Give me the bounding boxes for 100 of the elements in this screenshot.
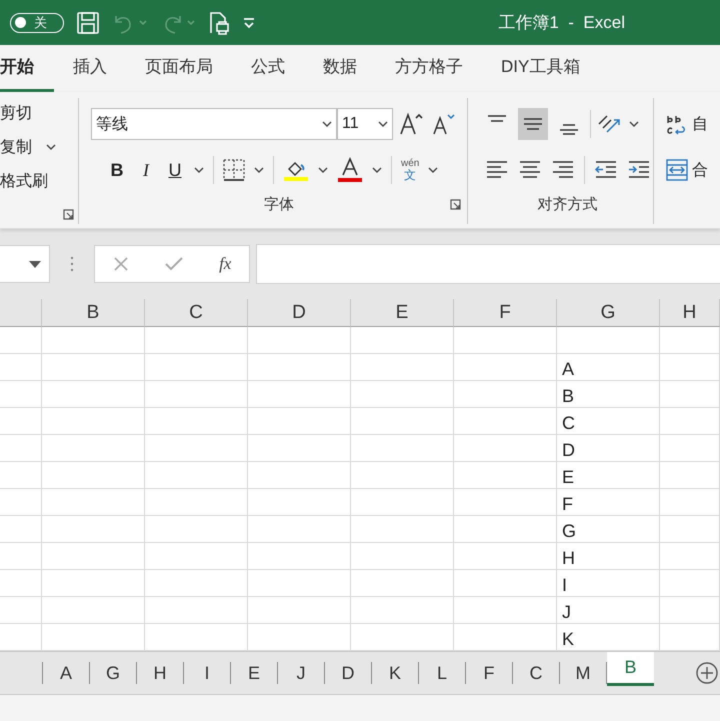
caret-icon[interactable] xyxy=(372,167,382,173)
merge-cells-button[interactable]: 合 xyxy=(666,159,708,181)
table-cell[interactable] xyxy=(145,408,248,435)
table-cell[interactable] xyxy=(145,435,248,462)
table-cell[interactable] xyxy=(42,408,145,435)
table-cell[interactable]: E xyxy=(557,462,660,489)
table-cell[interactable] xyxy=(660,543,720,570)
clipboard-button[interactable]: 剪切 xyxy=(0,100,78,126)
table-cell[interactable] xyxy=(248,489,351,516)
table-cell[interactable] xyxy=(145,516,248,543)
table-cell[interactable] xyxy=(42,489,145,516)
table-cell[interactable] xyxy=(42,435,145,462)
sheet-tab[interactable]: C xyxy=(513,662,560,684)
caret-icon[interactable] xyxy=(254,167,264,173)
table-cell[interactable] xyxy=(660,354,720,381)
table-cell[interactable] xyxy=(145,381,248,408)
table-cell[interactable] xyxy=(660,570,720,597)
caret-icon[interactable] xyxy=(428,167,438,173)
sheet-tab[interactable]: B xyxy=(607,652,654,686)
sheet-tab[interactable]: K xyxy=(372,662,419,684)
table-cell[interactable] xyxy=(454,543,557,570)
column-header[interactable]: C xyxy=(145,299,248,327)
table-cell[interactable] xyxy=(0,597,42,624)
column-header[interactable]: F xyxy=(454,299,557,327)
table-cell[interactable] xyxy=(145,462,248,489)
table-cell[interactable] xyxy=(0,543,42,570)
table-cell[interactable]: J xyxy=(557,597,660,624)
ribbon-tab[interactable]: 方方格子 xyxy=(376,45,482,92)
ribbon-tab[interactable]: 插入 xyxy=(54,45,126,92)
table-cell[interactable] xyxy=(42,570,145,597)
wrap-text-button[interactable]: 自 xyxy=(666,112,708,136)
autosave-toggle[interactable]: 关 xyxy=(10,12,64,32)
table-cell[interactable] xyxy=(660,381,720,408)
insert-function-button[interactable]: fx xyxy=(219,254,232,274)
formula-input[interactable] xyxy=(256,244,720,284)
sheet-tab[interactable]: J xyxy=(278,662,325,684)
caret-icon[interactable] xyxy=(318,167,328,173)
column-header[interactable]: B xyxy=(42,299,145,327)
table-cell[interactable] xyxy=(0,570,42,597)
table-cell[interactable]: F xyxy=(557,489,660,516)
table-cell[interactable] xyxy=(248,435,351,462)
enter-icon[interactable] xyxy=(164,256,184,272)
table-cell[interactable] xyxy=(0,435,42,462)
table-cell[interactable] xyxy=(145,354,248,381)
table-cell[interactable] xyxy=(660,489,720,516)
ribbon-tab[interactable]: DIY工具箱 xyxy=(482,45,600,92)
table-cell[interactable] xyxy=(660,408,720,435)
table-cell[interactable] xyxy=(42,327,145,354)
table-cell[interactable] xyxy=(145,570,248,597)
ribbon-tab[interactable]: 公式 xyxy=(232,45,304,92)
table-cell[interactable] xyxy=(145,543,248,570)
sheet-tab[interactable]: H xyxy=(137,662,184,684)
table-cell[interactable] xyxy=(660,597,720,624)
underline-button[interactable]: U xyxy=(165,160,185,180)
table-cell[interactable] xyxy=(42,516,145,543)
sheet-tab[interactable]: F xyxy=(466,662,513,684)
table-cell[interactable] xyxy=(145,597,248,624)
table-cell[interactable] xyxy=(0,327,42,354)
table-cell[interactable] xyxy=(351,543,454,570)
table-cell[interactable] xyxy=(248,462,351,489)
table-cell[interactable] xyxy=(0,354,42,381)
clipboard-button[interactable]: 格式刷 xyxy=(0,168,78,194)
name-box[interactable] xyxy=(0,245,50,283)
table-cell[interactable] xyxy=(660,462,720,489)
print-preview-icon[interactable] xyxy=(208,10,230,34)
table-cell[interactable] xyxy=(351,327,454,354)
table-cell[interactable] xyxy=(454,489,557,516)
table-cell[interactable] xyxy=(454,516,557,543)
table-cell[interactable] xyxy=(454,327,557,354)
caret-icon[interactable] xyxy=(194,167,204,173)
table-cell[interactable] xyxy=(248,354,351,381)
table-cell[interactable] xyxy=(0,408,42,435)
table-cell[interactable] xyxy=(0,381,42,408)
table-cell[interactable] xyxy=(351,597,454,624)
column-header[interactable]: H xyxy=(660,299,720,327)
column-header[interactable]: G xyxy=(557,299,660,327)
dialog-launcher-icon[interactable] xyxy=(63,208,74,220)
table-cell[interactable] xyxy=(248,597,351,624)
shrink-font-icon[interactable] xyxy=(431,112,457,136)
ribbon-tab[interactable]: 页面布局 xyxy=(126,45,232,92)
italic-button[interactable]: I xyxy=(136,160,156,180)
table-cell[interactable] xyxy=(351,516,454,543)
add-sheet-icon[interactable] xyxy=(696,662,718,684)
table-cell[interactable]: G xyxy=(557,516,660,543)
sheet-tab[interactable]: E xyxy=(231,662,278,684)
column-header[interactable]: E xyxy=(351,299,454,327)
table-cell[interactable] xyxy=(145,327,248,354)
table-cell[interactable] xyxy=(660,327,720,354)
table-cell[interactable] xyxy=(454,597,557,624)
column-header[interactable] xyxy=(0,299,42,327)
font-name-field[interactable]: 等线 xyxy=(91,108,337,140)
table-cell[interactable]: D xyxy=(557,435,660,462)
table-cell[interactable] xyxy=(42,462,145,489)
table-cell[interactable] xyxy=(0,462,42,489)
table-cell[interactable] xyxy=(454,462,557,489)
table-cell[interactable] xyxy=(42,597,145,624)
merge-icon[interactable] xyxy=(666,159,688,181)
table-cell[interactable] xyxy=(248,381,351,408)
table-cell[interactable]: H xyxy=(557,543,660,570)
table-cell[interactable] xyxy=(248,516,351,543)
